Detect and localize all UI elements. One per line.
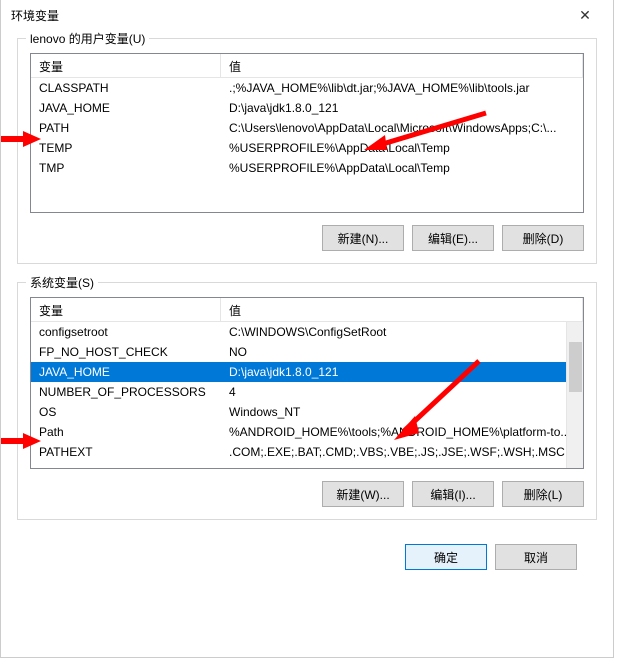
cell-value: %ANDROID_HOME%\tools;%ANDROID_HOME%\plat… bbox=[221, 423, 583, 441]
system-vars-list[interactable]: 变量 值 configsetrootC:\WINDOWS\ConfigSetRo… bbox=[30, 297, 584, 469]
table-row[interactable]: TEMP%USERPROFILE%\AppData\Local\Temp bbox=[31, 138, 583, 158]
user-edit-button[interactable]: 编辑(E)... bbox=[412, 225, 494, 251]
system-vars-group: 系统变量(S) 变量 值 configsetrootC:\WINDOWS\Con… bbox=[17, 282, 597, 520]
env-vars-dialog: 环境变量 ✕ lenovo 的用户变量(U) 变量 值 CLASSPATH.;%… bbox=[0, 0, 614, 658]
cancel-button[interactable]: 取消 bbox=[495, 544, 577, 570]
cell-variable: JAVA_HOME bbox=[31, 99, 221, 117]
cell-value: .;%JAVA_HOME%\lib\dt.jar;%JAVA_HOME%\lib… bbox=[221, 79, 583, 97]
cell-variable: FP_NO_HOST_CHECK bbox=[31, 343, 221, 361]
cell-variable: PATH bbox=[31, 119, 221, 137]
titlebar: 环境变量 ✕ bbox=[1, 0, 613, 30]
cell-variable: configsetroot bbox=[31, 323, 221, 341]
user-vars-group: lenovo 的用户变量(U) 变量 值 CLASSPATH.;%JAVA_HO… bbox=[17, 38, 597, 264]
table-row[interactable]: PATHEXT.COM;.EXE;.BAT;.CMD;.VBS;.VBE;.JS… bbox=[31, 442, 583, 462]
col-header-value[interactable]: 值 bbox=[221, 298, 583, 321]
user-delete-button[interactable]: 删除(D) bbox=[502, 225, 584, 251]
cell-variable: NUMBER_OF_PROCESSORS bbox=[31, 383, 221, 401]
cell-value: C:\WINDOWS\ConfigSetRoot bbox=[221, 323, 583, 341]
cell-value: %USERPROFILE%\AppData\Local\Temp bbox=[221, 139, 583, 157]
cell-value: %USERPROFILE%\AppData\Local\Temp bbox=[221, 159, 583, 177]
user-vars-body: CLASSPATH.;%JAVA_HOME%\lib\dt.jar;%JAVA_… bbox=[31, 78, 583, 178]
user-vars-group-label: lenovo 的用户变量(U) bbox=[26, 30, 149, 47]
system-vars-body: configsetrootC:\WINDOWS\ConfigSetRootFP_… bbox=[31, 322, 583, 462]
cell-variable: Path bbox=[31, 423, 221, 441]
user-vars-list[interactable]: 变量 值 CLASSPATH.;%JAVA_HOME%\lib\dt.jar;%… bbox=[30, 53, 584, 213]
table-row[interactable]: TMP%USERPROFILE%\AppData\Local\Temp bbox=[31, 158, 583, 178]
scrollbar-vertical[interactable] bbox=[566, 322, 583, 469]
cell-variable: JAVA_HOME bbox=[31, 363, 221, 381]
system-vars-buttons: 新建(W)... 编辑(I)... 删除(L) bbox=[30, 481, 584, 507]
cell-value: C:\Users\lenovo\AppData\Local\Microsoft\… bbox=[221, 119, 583, 137]
col-header-value[interactable]: 值 bbox=[221, 54, 583, 77]
cell-variable: PATHEXT bbox=[31, 443, 221, 461]
table-row[interactable]: JAVA_HOMED:\java\jdk1.8.0_121 bbox=[31, 98, 583, 118]
cell-value: Windows_NT bbox=[221, 403, 583, 421]
system-delete-button[interactable]: 删除(L) bbox=[502, 481, 584, 507]
system-edit-button[interactable]: 编辑(I)... bbox=[412, 481, 494, 507]
window-title: 环境变量 bbox=[11, 7, 59, 24]
system-vars-header: 变量 值 bbox=[31, 298, 583, 322]
cell-variable: CLASSPATH bbox=[31, 79, 221, 97]
close-button[interactable]: ✕ bbox=[565, 1, 605, 29]
ok-button[interactable]: 确定 bbox=[405, 544, 487, 570]
table-row[interactable]: configsetrootC:\WINDOWS\ConfigSetRoot bbox=[31, 322, 583, 342]
col-header-variable[interactable]: 变量 bbox=[31, 54, 221, 77]
close-icon: ✕ bbox=[579, 7, 591, 24]
user-vars-buttons: 新建(N)... 编辑(E)... 删除(D) bbox=[30, 225, 584, 251]
table-row[interactable]: NUMBER_OF_PROCESSORS4 bbox=[31, 382, 583, 402]
table-row[interactable]: CLASSPATH.;%JAVA_HOME%\lib\dt.jar;%JAVA_… bbox=[31, 78, 583, 98]
system-vars-group-label: 系统变量(S) bbox=[26, 274, 98, 291]
table-row[interactable]: OSWindows_NT bbox=[31, 402, 583, 422]
cell-variable: OS bbox=[31, 403, 221, 421]
dialog-content: lenovo 的用户变量(U) 变量 值 CLASSPATH.;%JAVA_HO… bbox=[1, 30, 613, 570]
cell-value: NO bbox=[221, 343, 583, 361]
user-new-button[interactable]: 新建(N)... bbox=[322, 225, 404, 251]
col-header-variable[interactable]: 变量 bbox=[31, 298, 221, 321]
cell-value: D:\java\jdk1.8.0_121 bbox=[221, 363, 583, 381]
cell-value: D:\java\jdk1.8.0_121 bbox=[221, 99, 583, 117]
cell-value: 4 bbox=[221, 383, 583, 401]
cell-variable: TMP bbox=[31, 159, 221, 177]
cell-value: .COM;.EXE;.BAT;.CMD;.VBS;.VBE;.JS;.JSE;.… bbox=[221, 443, 583, 461]
system-new-button[interactable]: 新建(W)... bbox=[322, 481, 404, 507]
table-row[interactable]: Path%ANDROID_HOME%\tools;%ANDROID_HOME%\… bbox=[31, 422, 583, 442]
dialog-buttons: 确定 取消 bbox=[17, 538, 597, 570]
table-row[interactable]: PATHC:\Users\lenovo\AppData\Local\Micros… bbox=[31, 118, 583, 138]
table-row[interactable]: JAVA_HOMED:\java\jdk1.8.0_121 bbox=[31, 362, 583, 382]
cell-variable: TEMP bbox=[31, 139, 221, 157]
user-vars-header: 变量 值 bbox=[31, 54, 583, 78]
scrollbar-thumb[interactable] bbox=[569, 342, 582, 392]
table-row[interactable]: FP_NO_HOST_CHECKNO bbox=[31, 342, 583, 362]
